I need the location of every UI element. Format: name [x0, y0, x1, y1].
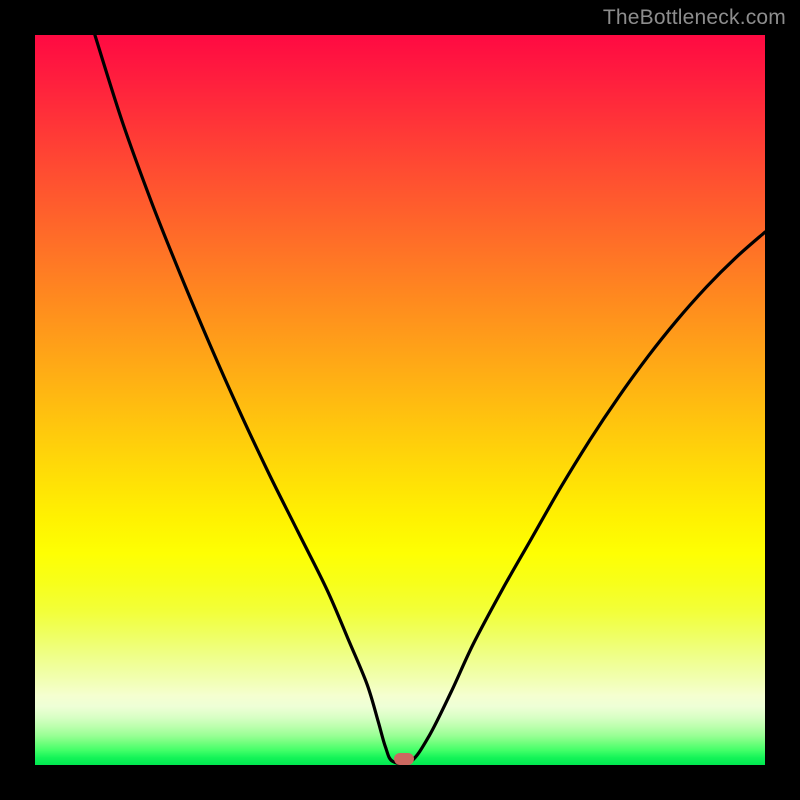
- watermark-text: TheBottleneck.com: [603, 6, 786, 30]
- bottleneck-curve: [95, 35, 765, 764]
- curve-svg: [35, 35, 765, 765]
- minimum-marker: [394, 753, 414, 765]
- chart-frame: TheBottleneck.com: [0, 0, 800, 800]
- plot-area: [35, 35, 765, 765]
